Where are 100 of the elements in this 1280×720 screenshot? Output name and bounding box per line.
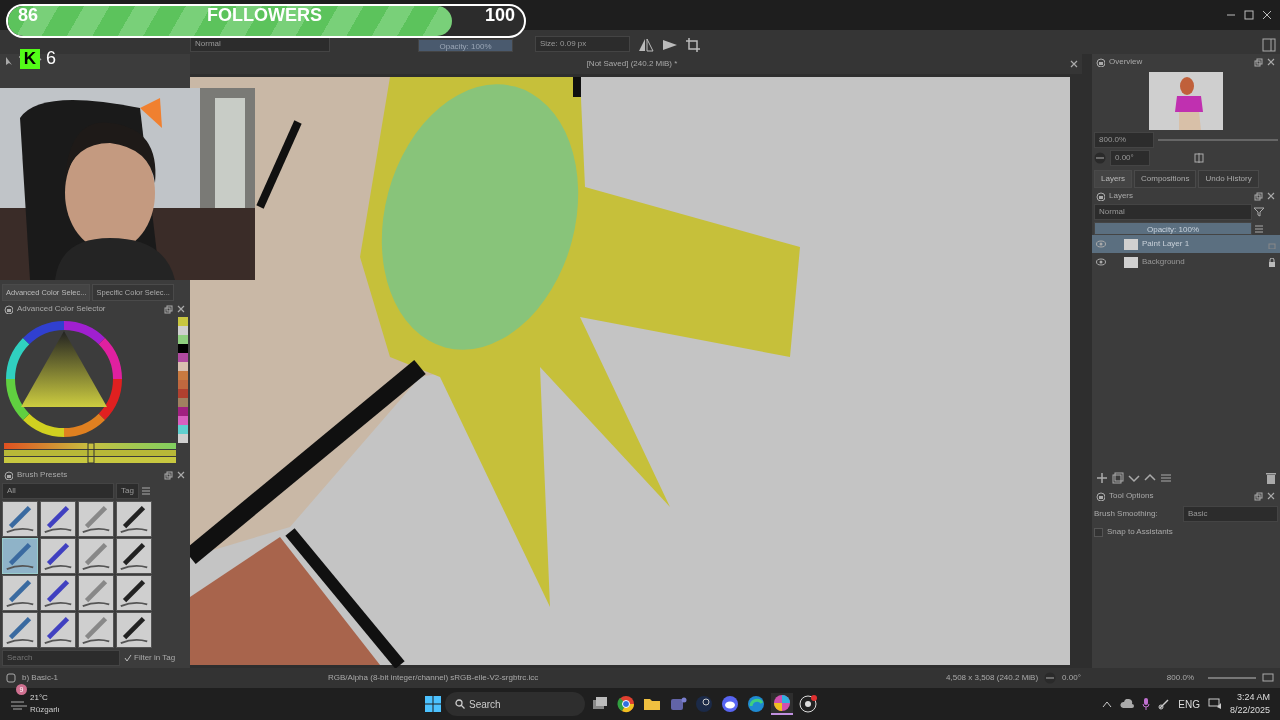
brush-preset-tile[interactable] bbox=[78, 538, 114, 574]
docker-tab[interactable]: Compositions bbox=[1134, 170, 1197, 188]
maximize-icon[interactable] bbox=[1244, 10, 1254, 20]
duplicate-icon[interactable] bbox=[1112, 472, 1124, 484]
add-icon[interactable] bbox=[1096, 472, 1108, 484]
pen-icon[interactable] bbox=[1158, 698, 1171, 710]
brush-icon[interactable] bbox=[6, 673, 16, 683]
docker-tab[interactable]: Layers bbox=[1094, 170, 1132, 188]
color-swatch[interactable] bbox=[178, 380, 188, 389]
brush-preset-tile[interactable] bbox=[40, 575, 76, 611]
smoothing-dropdown[interactable]: Basic bbox=[1183, 506, 1278, 522]
eye-icon[interactable] bbox=[1096, 258, 1106, 266]
brush-preset-tile[interactable] bbox=[78, 501, 114, 537]
float-icon[interactable] bbox=[164, 470, 173, 480]
search-icon[interactable] bbox=[455, 699, 465, 709]
rotate-icon[interactable] bbox=[1094, 152, 1106, 164]
search-field[interactable]: Search bbox=[2, 650, 120, 666]
color-swatch[interactable] bbox=[178, 317, 188, 326]
mirror-horizontal-icon[interactable] bbox=[638, 38, 654, 52]
language-indicator[interactable]: ENG bbox=[1178, 696, 1200, 712]
microphone-icon[interactable] bbox=[1142, 698, 1151, 710]
recorder-icon[interactable] bbox=[799, 695, 817, 713]
move-down-icon[interactable] bbox=[1128, 472, 1140, 484]
lock-icon[interactable] bbox=[4, 470, 13, 480]
close-icon[interactable] bbox=[177, 304, 186, 314]
mirror-icon[interactable] bbox=[1194, 153, 1204, 163]
color-swatch[interactable] bbox=[178, 335, 188, 344]
close-icon[interactable] bbox=[1262, 10, 1272, 20]
chat-bubble-icon[interactable] bbox=[721, 695, 739, 713]
browser-icon[interactable] bbox=[747, 695, 765, 713]
search-field[interactable]: Search bbox=[445, 692, 585, 716]
close-icon[interactable] bbox=[1070, 60, 1078, 68]
float-icon[interactable] bbox=[164, 304, 173, 314]
color-swatch[interactable] bbox=[178, 389, 188, 398]
brush-preset-tile[interactable] bbox=[78, 575, 114, 611]
taskbar-button[interactable] bbox=[771, 693, 793, 715]
brush-preset-tile[interactable] bbox=[2, 612, 38, 648]
zoom-field[interactable]: 800.0% bbox=[1094, 132, 1154, 148]
size-field[interactable]: Size: 0.09 px bbox=[535, 36, 630, 52]
blend-mode-dropdown[interactable]: Normal bbox=[1094, 204, 1252, 220]
brush-preset-tile[interactable] bbox=[2, 538, 38, 574]
chat-app-icon[interactable] bbox=[669, 695, 687, 713]
color-swatch[interactable] bbox=[178, 398, 188, 407]
game-launcher-icon[interactable] bbox=[695, 695, 713, 713]
brush-preset-tile[interactable] bbox=[40, 538, 76, 574]
float-icon[interactable] bbox=[1254, 57, 1263, 67]
cloud-icon[interactable] bbox=[1120, 699, 1135, 709]
lock-icon[interactable] bbox=[1096, 57, 1105, 67]
fit-screen-icon[interactable] bbox=[1262, 673, 1274, 683]
lock-icon[interactable] bbox=[1096, 491, 1105, 501]
color-swatch[interactable] bbox=[178, 353, 188, 362]
float-icon[interactable] bbox=[1254, 191, 1263, 201]
color-swatch[interactable] bbox=[178, 407, 188, 416]
checkbox[interactable] bbox=[124, 652, 132, 664]
rotate-icon[interactable] bbox=[1044, 672, 1057, 684]
lock-icon[interactable] bbox=[1268, 257, 1276, 267]
brush-preset-tile[interactable] bbox=[2, 501, 38, 537]
lock-icon[interactable] bbox=[1096, 191, 1105, 201]
color-swatch[interactable] bbox=[178, 371, 188, 380]
select-tool-icon[interactable] bbox=[4, 56, 14, 66]
color-swatch[interactable] bbox=[178, 416, 188, 425]
color-swatch[interactable] bbox=[178, 362, 188, 371]
float-icon[interactable] bbox=[1254, 491, 1263, 501]
lock-icon[interactable] bbox=[4, 304, 13, 314]
close-icon[interactable] bbox=[1267, 191, 1276, 201]
trash-icon[interactable] bbox=[1266, 472, 1276, 484]
crop-icon[interactable] bbox=[686, 38, 700, 52]
layout-icon[interactable] bbox=[1262, 38, 1276, 52]
clock[interactable]: 3:24 AM 8/22/2025 bbox=[1229, 690, 1270, 718]
chevron-up-icon[interactable] bbox=[1102, 700, 1113, 708]
network-icon[interactable] bbox=[1207, 698, 1222, 710]
opacity-slider[interactable]: Opacity: 100% bbox=[1094, 222, 1252, 235]
brush-preset-tile[interactable] bbox=[2, 575, 38, 611]
brush-preset-tile[interactable] bbox=[40, 501, 76, 537]
mirror-vertical-icon[interactable] bbox=[662, 38, 678, 52]
rotation-field[interactable]: 0.00° bbox=[1110, 150, 1150, 166]
close-icon[interactable] bbox=[177, 470, 186, 480]
filter-dropdown[interactable]: All bbox=[2, 483, 114, 499]
color-swatch[interactable] bbox=[178, 425, 188, 434]
opacity-slider[interactable]: Opacity: 100% bbox=[418, 39, 513, 52]
brush-preset-tile[interactable] bbox=[78, 612, 114, 648]
docker-tab[interactable]: Undo History bbox=[1198, 170, 1259, 188]
rotation-text: 0.00° bbox=[1062, 672, 1081, 684]
layer-row[interactable]: Background bbox=[1092, 253, 1280, 271]
close-icon[interactable] bbox=[1267, 491, 1276, 501]
brush-preset-tile[interactable] bbox=[116, 538, 152, 574]
browser-icon[interactable] bbox=[617, 695, 635, 713]
close-icon[interactable] bbox=[1267, 57, 1276, 67]
brush-preset-tile[interactable] bbox=[116, 575, 152, 611]
start-icon[interactable] bbox=[425, 696, 441, 712]
color-swatch[interactable] bbox=[178, 434, 188, 443]
checkbox[interactable] bbox=[1094, 527, 1103, 537]
brush-preset-tile[interactable] bbox=[116, 612, 152, 648]
brush-preset-tile[interactable] bbox=[116, 501, 152, 537]
color-swatch[interactable] bbox=[178, 326, 188, 335]
tag-button[interactable]: Tag bbox=[116, 483, 139, 499]
filter-icon[interactable] bbox=[1254, 207, 1264, 217]
overview-thumbnail[interactable] bbox=[1149, 72, 1223, 130]
brush-preset-tile[interactable] bbox=[40, 612, 76, 648]
color-swatch[interactable] bbox=[178, 344, 188, 353]
